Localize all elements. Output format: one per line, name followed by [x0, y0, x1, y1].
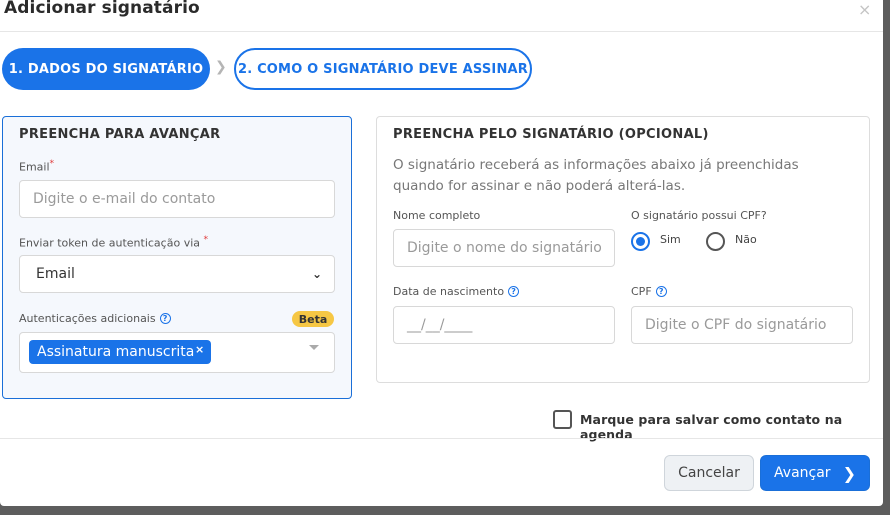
auth-tag: Assinatura manuscrita × [29, 340, 211, 364]
token-label: Enviar token de autenticação via * [19, 234, 209, 250]
left-panel-title: PREENCHA PARA AVANÇAR [19, 127, 221, 142]
email-field[interactable]: Digite o e-mail do contato [19, 180, 335, 218]
help-icon[interactable]: ? [159, 312, 171, 324]
token-method-value: Email [36, 266, 75, 282]
save-contact-checkbox[interactable] [553, 410, 572, 429]
remove-tag-icon[interactable]: × [195, 343, 204, 356]
add-signer-modal: Adicionar signatário × 1. DADOS DO SIGNA… [0, 0, 883, 506]
step-signing-method[interactable]: 2. COMO O SIGNATÁRIO DEVE ASSINAR [234, 48, 532, 90]
auth-tag-label: Assinatura manuscrita [37, 344, 195, 360]
token-method-select[interactable]: Email ⌄ [19, 255, 335, 293]
birth-date-placeholder: __/__/____ [407, 317, 473, 333]
chevron-right-icon: ❯ [215, 59, 227, 75]
full-name-placeholder: Digite o nome do signatário [407, 240, 602, 256]
full-name-label: Nome completo [393, 209, 481, 222]
caret-down-icon[interactable] [309, 345, 319, 350]
cpf-yes-label: Sim [660, 233, 681, 246]
help-icon[interactable]: ? [508, 285, 520, 297]
right-panel-description: O signatário receberá as informações aba… [393, 157, 799, 194]
modal-header: Adicionar signatário × [0, 0, 883, 32]
beta-badge: Beta [292, 311, 334, 327]
close-icon[interactable]: × [858, 0, 871, 19]
cpf-placeholder: Digite o CPF do signatário [645, 317, 827, 333]
chevron-right-icon: ❯ [842, 463, 856, 483]
cpf-no-radio[interactable] [706, 232, 725, 251]
email-label: Email* [19, 158, 55, 174]
cpf-no-label: Não [735, 233, 757, 246]
full-name-field[interactable]: Digite o nome do signatário [393, 229, 615, 267]
next-button-label: Avançar [774, 465, 831, 481]
chevron-down-icon: ⌄ [311, 267, 322, 281]
birth-date-field[interactable]: __/__/____ [393, 306, 615, 344]
cpf-label: CPF? [631, 285, 667, 298]
cancel-button[interactable]: Cancelar [664, 455, 754, 491]
cpf-field[interactable]: Digite o CPF do signatário [631, 306, 853, 344]
footer-divider [0, 438, 883, 439]
help-icon[interactable]: ? [655, 285, 667, 297]
step-signer-data[interactable]: 1. DADOS DO SIGNATÁRIO [2, 48, 210, 90]
modal-title: Adicionar signatário [4, 0, 200, 18]
email-placeholder: Digite o e-mail do contato [33, 191, 216, 207]
right-panel-title: PREENCHA PELO SIGNATÁRIO (OPCIONAL) [393, 127, 709, 142]
cpf-yes-radio[interactable] [631, 232, 650, 251]
cpf-question-label: O signatário possui CPF? [631, 209, 767, 222]
next-button[interactable]: Avançar ❯ [760, 455, 870, 491]
birth-date-label: Data de nascimento? [393, 285, 520, 298]
additional-auth-label: Autenticações adicionais? [19, 312, 171, 325]
